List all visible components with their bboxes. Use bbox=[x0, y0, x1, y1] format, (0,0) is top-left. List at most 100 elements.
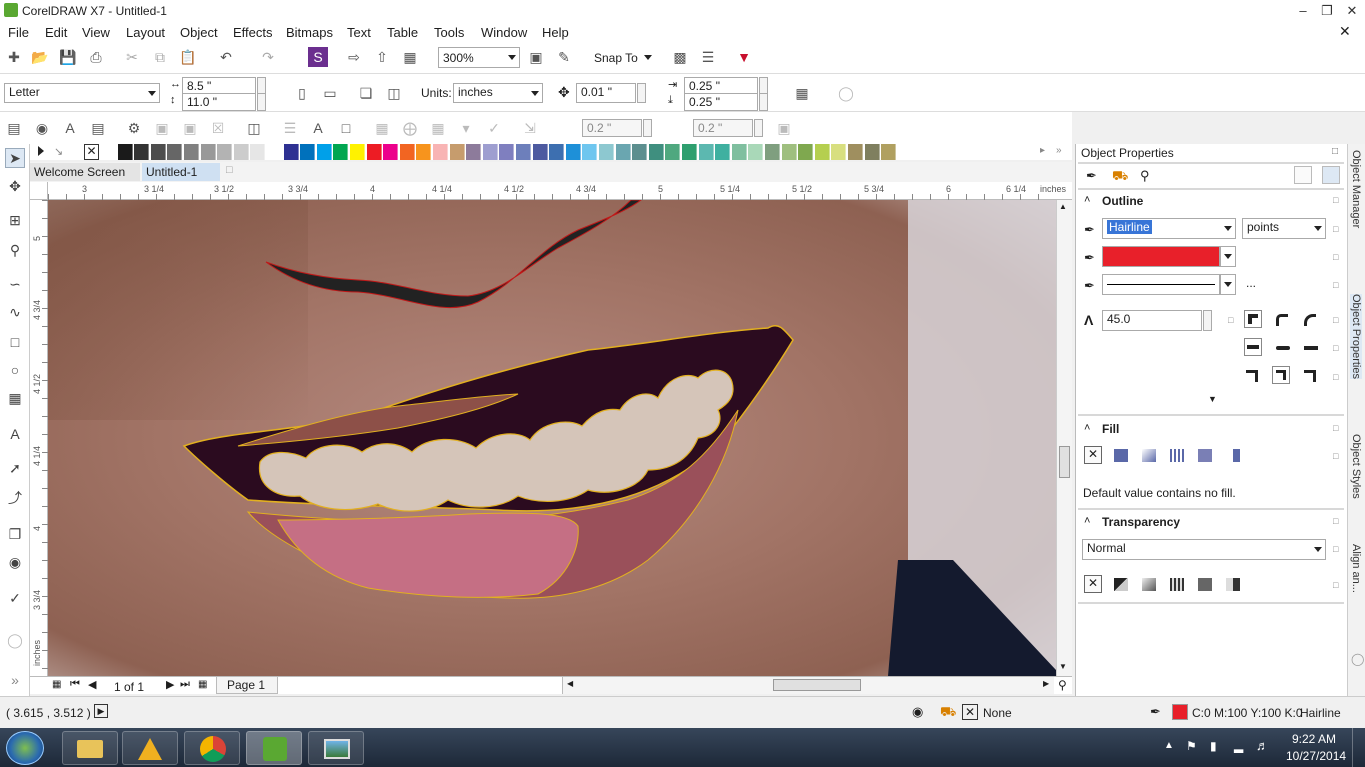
connector-tool-icon[interactable]: ⤴ bbox=[5, 488, 25, 508]
disabled-tool-7-icon[interactable]: ▦ bbox=[428, 118, 448, 138]
palette-swatch[interactable] bbox=[831, 144, 847, 160]
disabled-tool-3-icon[interactable]: ☒ bbox=[208, 118, 228, 138]
tab-object-styles[interactable]: Object Styles bbox=[1350, 434, 1362, 499]
palette-swatch[interactable] bbox=[549, 144, 565, 160]
pattern-fill-icon[interactable] bbox=[1170, 449, 1184, 462]
new-tab-icon[interactable]: □ bbox=[226, 164, 233, 176]
palette-swatch[interactable] bbox=[117, 144, 133, 160]
no-color-swatch[interactable]: ✕ bbox=[84, 144, 99, 160]
palette-swatch[interactable] bbox=[632, 144, 648, 160]
fountain-fill-icon[interactable] bbox=[1142, 449, 1156, 462]
import-icon[interactable]: ⇨ bbox=[344, 47, 364, 67]
node-icon[interactable]: □ bbox=[336, 118, 356, 138]
menu-view[interactable]: View bbox=[82, 25, 110, 40]
restore-icon[interactable]: ❐ bbox=[1314, 2, 1340, 20]
outline-width-dropdown[interactable]: Hairline bbox=[1102, 218, 1236, 239]
palette-swatch[interactable] bbox=[565, 144, 581, 160]
page-size-dropdown[interactable]: Letter bbox=[4, 83, 160, 103]
launch-icon[interactable]: ▼ bbox=[734, 47, 754, 67]
no-transparency-icon[interactable]: ✕ bbox=[1084, 575, 1102, 593]
butt-cap-icon[interactable] bbox=[1244, 338, 1262, 356]
outline-color-swatch[interactable] bbox=[1102, 246, 1220, 267]
menu-bitmaps[interactable]: Bitmaps bbox=[286, 25, 333, 40]
palette-swatch[interactable] bbox=[582, 144, 598, 160]
network-signal-icon[interactable]: ▂ bbox=[1234, 739, 1243, 753]
text-frame-icon[interactable]: A bbox=[60, 118, 80, 138]
outline-units-dropdown[interactable]: points bbox=[1242, 218, 1326, 239]
bevel-corner-icon[interactable] bbox=[1304, 314, 1316, 326]
transparency-collapse-icon[interactable]: ˄ bbox=[1084, 515, 1090, 527]
miter-pin-icon[interactable]: □ bbox=[1228, 315, 1233, 325]
palette-swatch[interactable] bbox=[864, 144, 880, 160]
menu-close-icon[interactable]: ✕ bbox=[1339, 23, 1351, 40]
disabled-tool-5-icon[interactable]: ▦ bbox=[372, 118, 392, 138]
cut-icon[interactable]: ✂ bbox=[122, 47, 142, 67]
eyedropper-palette-icon[interactable]: ↘ bbox=[54, 145, 63, 158]
outline-style-pin-icon[interactable]: □ bbox=[1333, 280, 1338, 290]
disabled-tool-4-icon[interactable]: ☰ bbox=[280, 118, 300, 138]
vertical-ruler[interactable]: 5 4 3/4 4 1/2 4 1/4 4 3 3/4 inches bbox=[30, 200, 48, 676]
miter-limit-spinner[interactable] bbox=[1203, 310, 1212, 331]
disabled-tool-1-icon[interactable]: ▣ bbox=[152, 118, 172, 138]
ellipse-tool-icon[interactable]: ○ bbox=[5, 360, 25, 380]
treat-as-filled-icon[interactable]: ▦ bbox=[792, 83, 812, 103]
disabled-tool-6-icon[interactable]: ⨁ bbox=[400, 118, 420, 138]
zoom-level-dropdown[interactable]: 300% bbox=[438, 47, 520, 68]
crop-tool-icon[interactable]: ⊞ bbox=[5, 210, 25, 230]
bitmap-edit-icon[interactable]: ▤ bbox=[4, 118, 24, 138]
show-hidden-icons-icon[interactable]: ▲ bbox=[1164, 740, 1174, 751]
palette-swatch[interactable] bbox=[532, 144, 548, 160]
palette-swatch[interactable] bbox=[233, 144, 249, 160]
square-cap-icon[interactable] bbox=[1304, 346, 1318, 350]
palette-swatch[interactable] bbox=[798, 144, 814, 160]
redo-icon[interactable]: ↷ bbox=[258, 47, 278, 67]
eyedropper-icon[interactable]: ✓ bbox=[5, 588, 25, 608]
palette-swatch[interactable] bbox=[449, 144, 465, 160]
quick-customize-icon[interactable]: ◯ bbox=[836, 83, 856, 103]
copy-icon[interactable]: ⧉ bbox=[150, 47, 170, 67]
palette-swatch[interactable] bbox=[366, 144, 382, 160]
outline-expand-icon[interactable]: ▼ bbox=[1208, 394, 1217, 404]
disabled-spinner-2[interactable] bbox=[754, 119, 763, 137]
vertical-scroll-thumb[interactable] bbox=[1059, 446, 1070, 478]
nudge-spinner[interactable] bbox=[637, 83, 646, 103]
transparency-glass-icon[interactable]: ⚲ bbox=[1140, 168, 1150, 184]
tab-object-manager[interactable]: Object Manager bbox=[1350, 150, 1362, 228]
palette-swatch[interactable] bbox=[433, 144, 448, 160]
palette-swatch[interactable] bbox=[150, 144, 166, 160]
paste-icon[interactable]: 📋 bbox=[178, 47, 198, 67]
close-icon[interactable]: ✕ bbox=[1339, 2, 1365, 20]
action-center-flag-icon[interactable]: ⚑ bbox=[1186, 739, 1197, 753]
snap-to-button[interactable]: Snap To bbox=[594, 51, 638, 65]
menu-edit[interactable]: Edit bbox=[45, 25, 67, 40]
start-button-icon[interactable] bbox=[6, 731, 44, 765]
outline-pen-icon[interactable]: ✒ bbox=[1086, 168, 1097, 184]
interactive-fill-icon[interactable]: ◯ bbox=[5, 630, 25, 650]
fill-pin-icon[interactable]: □ bbox=[1333, 423, 1338, 433]
disabled-tool-2-icon[interactable]: ▣ bbox=[180, 118, 200, 138]
taskbar-app-icon[interactable] bbox=[122, 731, 178, 765]
palette-swatch[interactable] bbox=[731, 144, 747, 160]
disabled-tool-11-icon[interactable]: ▣ bbox=[774, 118, 794, 138]
palette-swatch[interactable] bbox=[217, 144, 233, 160]
palette-swatch[interactable] bbox=[101, 144, 116, 160]
artistic-media-icon[interactable]: ∿ bbox=[5, 302, 25, 322]
text-icon[interactable]: A bbox=[308, 118, 328, 138]
tab-object-properties[interactable]: Object Properties bbox=[1350, 294, 1362, 379]
menu-window[interactable]: Window bbox=[481, 25, 527, 40]
save-icon[interactable]: 💾 bbox=[58, 47, 78, 67]
disabled-field-2[interactable]: 0.2 " bbox=[693, 119, 753, 137]
palette-swatch[interactable] bbox=[383, 144, 399, 160]
disabled-tool-9-icon[interactable]: ✓ bbox=[484, 118, 504, 138]
pattern-transparency-icon[interactable] bbox=[1170, 578, 1184, 591]
round-cap-icon[interactable] bbox=[1276, 346, 1290, 350]
status-document-icon[interactable]: ◉ bbox=[912, 704, 923, 720]
postscript-fill-icon[interactable] bbox=[1226, 449, 1240, 462]
mask-icon[interactable]: ◉ bbox=[32, 118, 52, 138]
rectangle-tool-icon[interactable]: □ bbox=[5, 332, 25, 352]
minimize-icon[interactable]: – bbox=[1290, 2, 1316, 20]
all-pages-icon[interactable]: ❏ bbox=[356, 83, 376, 103]
print-icon[interactable]: ⎙ bbox=[86, 47, 106, 67]
outline-more-button[interactable]: ... bbox=[1246, 276, 1256, 290]
fountain-transparency-icon[interactable] bbox=[1142, 578, 1156, 591]
